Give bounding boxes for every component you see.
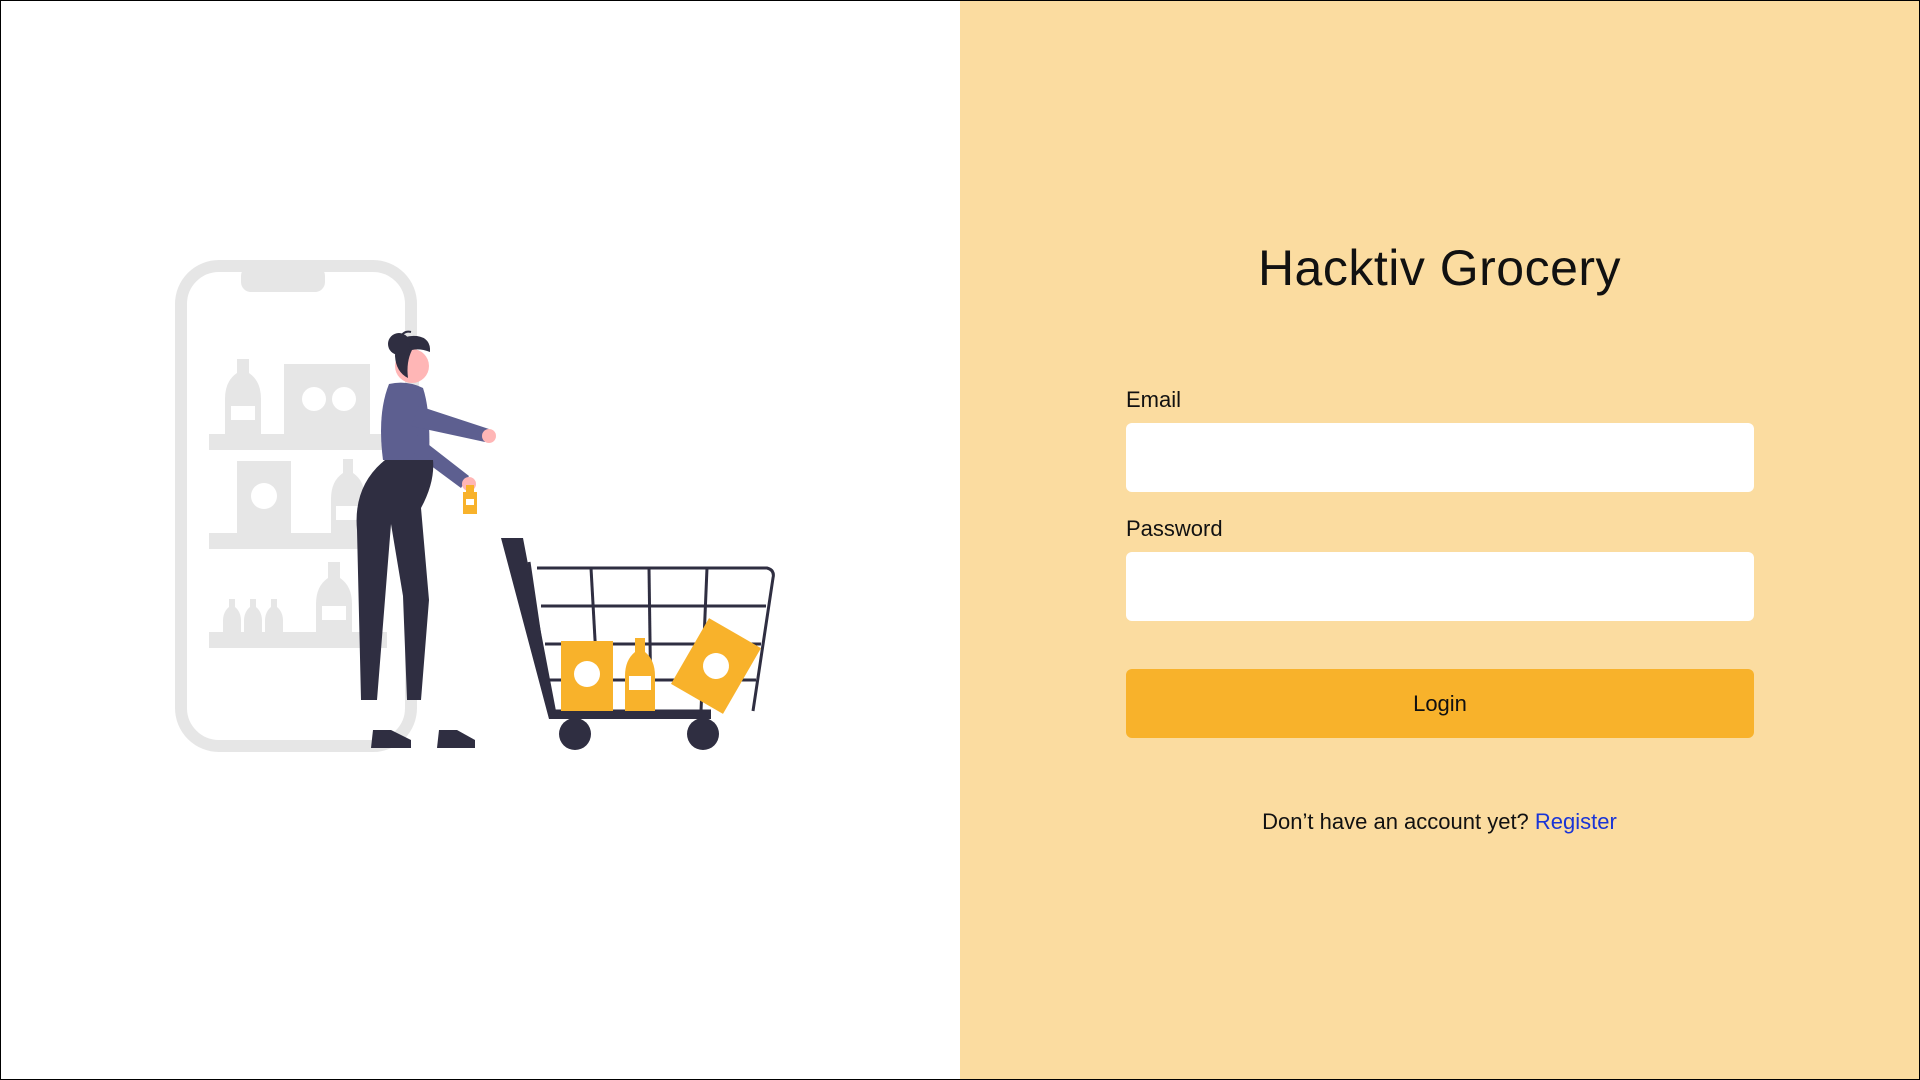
register-prompt: Don’t have an account yet? bbox=[1262, 809, 1535, 834]
login-form: Email Password Login bbox=[1126, 387, 1754, 738]
app-title: Hacktiv Grocery bbox=[1257, 240, 1622, 296]
login-panel: Hacktiv Grocery Email Password Login Don… bbox=[960, 1, 1919, 1079]
password-field[interactable] bbox=[1126, 552, 1754, 621]
illustration-pane bbox=[1, 1, 960, 1079]
password-label: Password bbox=[1126, 516, 1223, 541]
register-row: Don’t have an account yet? Register bbox=[960, 809, 1919, 835]
password-group: Password bbox=[1126, 516, 1754, 621]
login-button[interactable]: Login bbox=[1126, 669, 1754, 738]
page-frame: Hacktiv Grocery Email Password Login Don… bbox=[0, 0, 1920, 1080]
email-field[interactable] bbox=[1126, 423, 1754, 492]
shopping-illustration bbox=[175, 260, 775, 752]
email-group: Email bbox=[1126, 387, 1754, 492]
register-link[interactable]: Register bbox=[1535, 809, 1617, 834]
email-label: Email bbox=[1126, 387, 1182, 412]
shopper-with-cart-icon bbox=[356, 330, 775, 750]
